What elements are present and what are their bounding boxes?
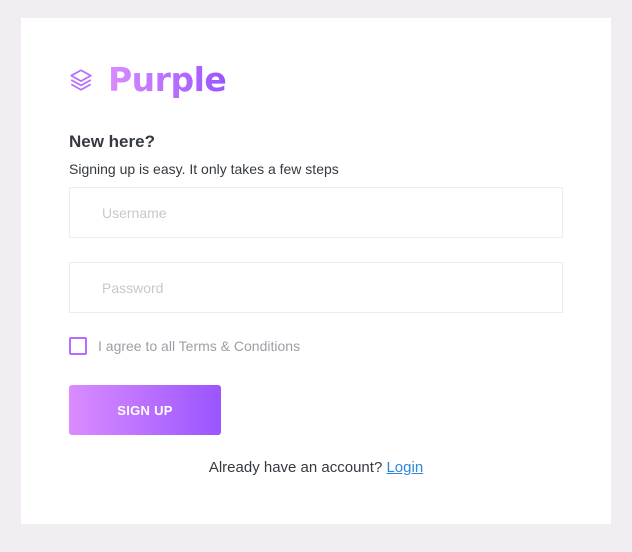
password-input[interactable] (69, 262, 563, 313)
sign-up-button[interactable]: SIGN UP (69, 385, 221, 435)
brand-name: Purple (108, 60, 227, 99)
page-subtitle: Signing up is easy. It only takes a few … (69, 161, 339, 177)
login-prompt: Already have an account? Login (21, 459, 611, 476)
brand: Purple (68, 60, 227, 99)
username-input[interactable] (69, 187, 563, 238)
login-link[interactable]: Login (386, 459, 423, 476)
terms-label[interactable]: I agree to all Terms & Conditions (98, 338, 300, 354)
page-title: New here? (69, 132, 155, 151)
layers-icon (68, 67, 94, 93)
signup-card: Purple New here? Signing up is easy. It … (21, 18, 611, 524)
terms-row[interactable]: I agree to all Terms & Conditions (69, 337, 300, 355)
terms-checkbox[interactable] (69, 337, 87, 355)
login-prompt-text: Already have an account? (208, 459, 383, 476)
